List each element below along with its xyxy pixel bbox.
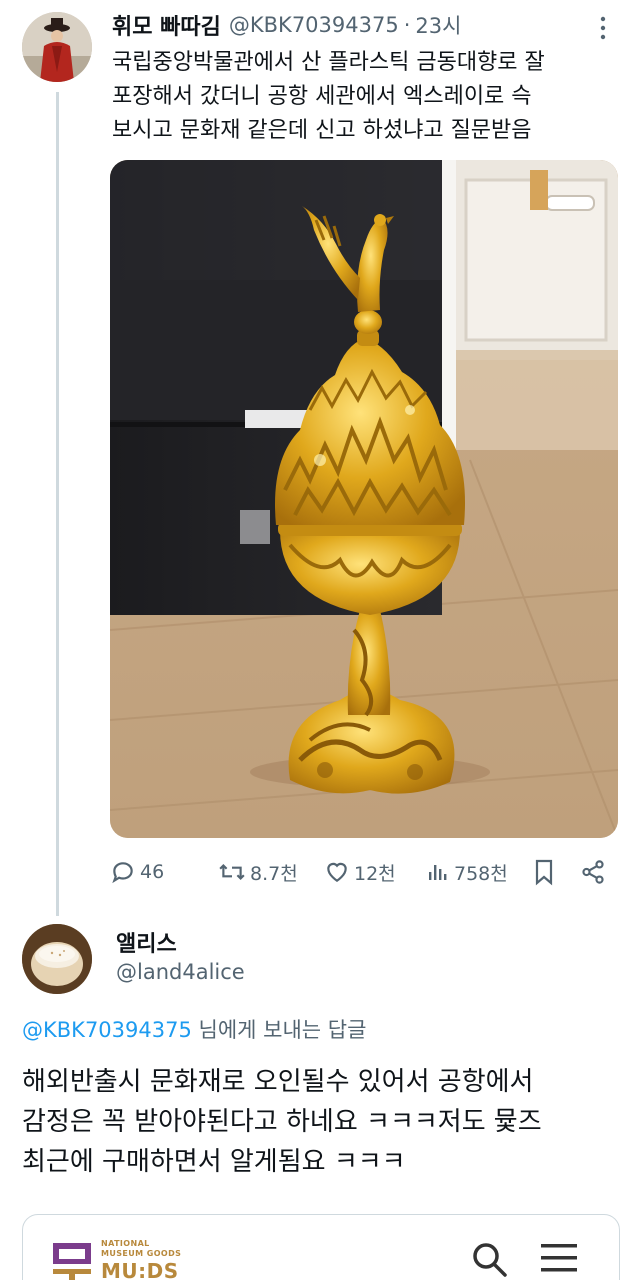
logo-text: MU:DS xyxy=(101,1259,179,1280)
like-count: 12천 xyxy=(354,862,396,885)
reply-user-handle[interactable]: @land4alice xyxy=(116,960,245,984)
reply-count: 46 xyxy=(140,861,165,883)
reply-avatar-image xyxy=(22,924,92,994)
logo-line-2: MUSEUM GOODS xyxy=(101,1249,182,1258)
retweet-icon xyxy=(219,864,245,880)
reply-display-name[interactable]: 앨리스 xyxy=(116,926,177,958)
reply-text-line: 해외반출시 문화재로 오인될수 있어서 공항에서 xyxy=(22,1067,534,1097)
bookmark-button[interactable] xyxy=(532,854,556,890)
reply-to-mention[interactable]: @KBK70394375 xyxy=(22,1018,192,1042)
replying-to: @KBK70394375 님에게 보내는 답글 xyxy=(22,1014,366,1044)
link-card[interactable]: NATIONAL MUSEUM GOODS MU:DS xyxy=(22,1214,620,1280)
search-icon[interactable] xyxy=(469,1239,509,1279)
retweet-button[interactable]: 8.7천 xyxy=(218,854,298,890)
display-name[interactable]: 휘모 빠따김 xyxy=(112,9,221,41)
share-button[interactable] xyxy=(580,854,606,890)
incense-burner-photo xyxy=(110,160,618,838)
avatar[interactable] xyxy=(22,12,92,82)
like-button[interactable]: 12천 xyxy=(324,854,396,890)
tweet-text-line: 보시고 문화재 같은데 신고 하셨냐고 질문받음 xyxy=(112,118,532,143)
separator: · xyxy=(403,13,411,37)
views-icon xyxy=(429,865,447,880)
reply-avatar[interactable] xyxy=(22,924,92,994)
hamburger-menu-icon[interactable] xyxy=(539,1241,579,1275)
logo-subtitle: NATIONAL MUSEUM GOODS xyxy=(101,1239,181,1259)
thread-line xyxy=(56,92,59,916)
tweet-actions: 46 8.7천 12천 758천 xyxy=(110,854,620,890)
logo-line-1: NATIONAL xyxy=(101,1239,150,1248)
reply-to-suffix: 님에게 보내는 답글 xyxy=(191,1018,367,1042)
share-icon xyxy=(582,860,604,884)
reply-text-line: 최근에 구매하면서 알게됨요 ㅋㅋㅋ xyxy=(22,1147,406,1177)
views-button[interactable]: 758천 xyxy=(426,854,508,890)
bookmark-icon xyxy=(535,859,553,886)
avatar-image xyxy=(22,12,92,82)
reply-text: 해외반출시 문화재로 오인될수 있어서 공항에서 감정은 꼭 받아야된다고 하네… xyxy=(22,1062,622,1182)
more-vertical-icon[interactable] xyxy=(593,14,613,42)
view-count: 758천 xyxy=(454,862,508,885)
user-handle[interactable]: @KBK70394375 xyxy=(229,13,399,37)
reply-icon xyxy=(112,862,133,884)
tweet-header: 휘모 빠따김 @KBK70394375 · 23시 xyxy=(112,10,461,40)
mu-ds-logo-icon xyxy=(51,1241,93,1280)
heart-icon xyxy=(327,862,347,882)
page: 휘모 빠따김 @KBK70394375 · 23시 국립중앙박물관에서 산 플라… xyxy=(0,0,640,1280)
tweet-text: 국립중앙박물관에서 산 플라스틱 금동대향로 잘 포장해서 갔더니 공항 세관에… xyxy=(112,46,622,148)
tweet-photo[interactable] xyxy=(110,160,618,838)
timestamp[interactable]: 23시 xyxy=(415,10,461,40)
reply-text-line: 감정은 꼭 받아야된다고 하네요 ㅋㅋㅋ저도 뮻즈 xyxy=(22,1107,542,1137)
retweet-count: 8.7천 xyxy=(250,862,298,885)
tweet-text-line: 국립중앙박물관에서 산 플라스틱 금동대향로 잘 xyxy=(112,50,545,75)
reply-button[interactable]: 46 xyxy=(110,854,164,890)
tweet-text-line: 포장해서 갔더니 공항 세관에서 엑스레이로 슥 xyxy=(112,84,532,109)
